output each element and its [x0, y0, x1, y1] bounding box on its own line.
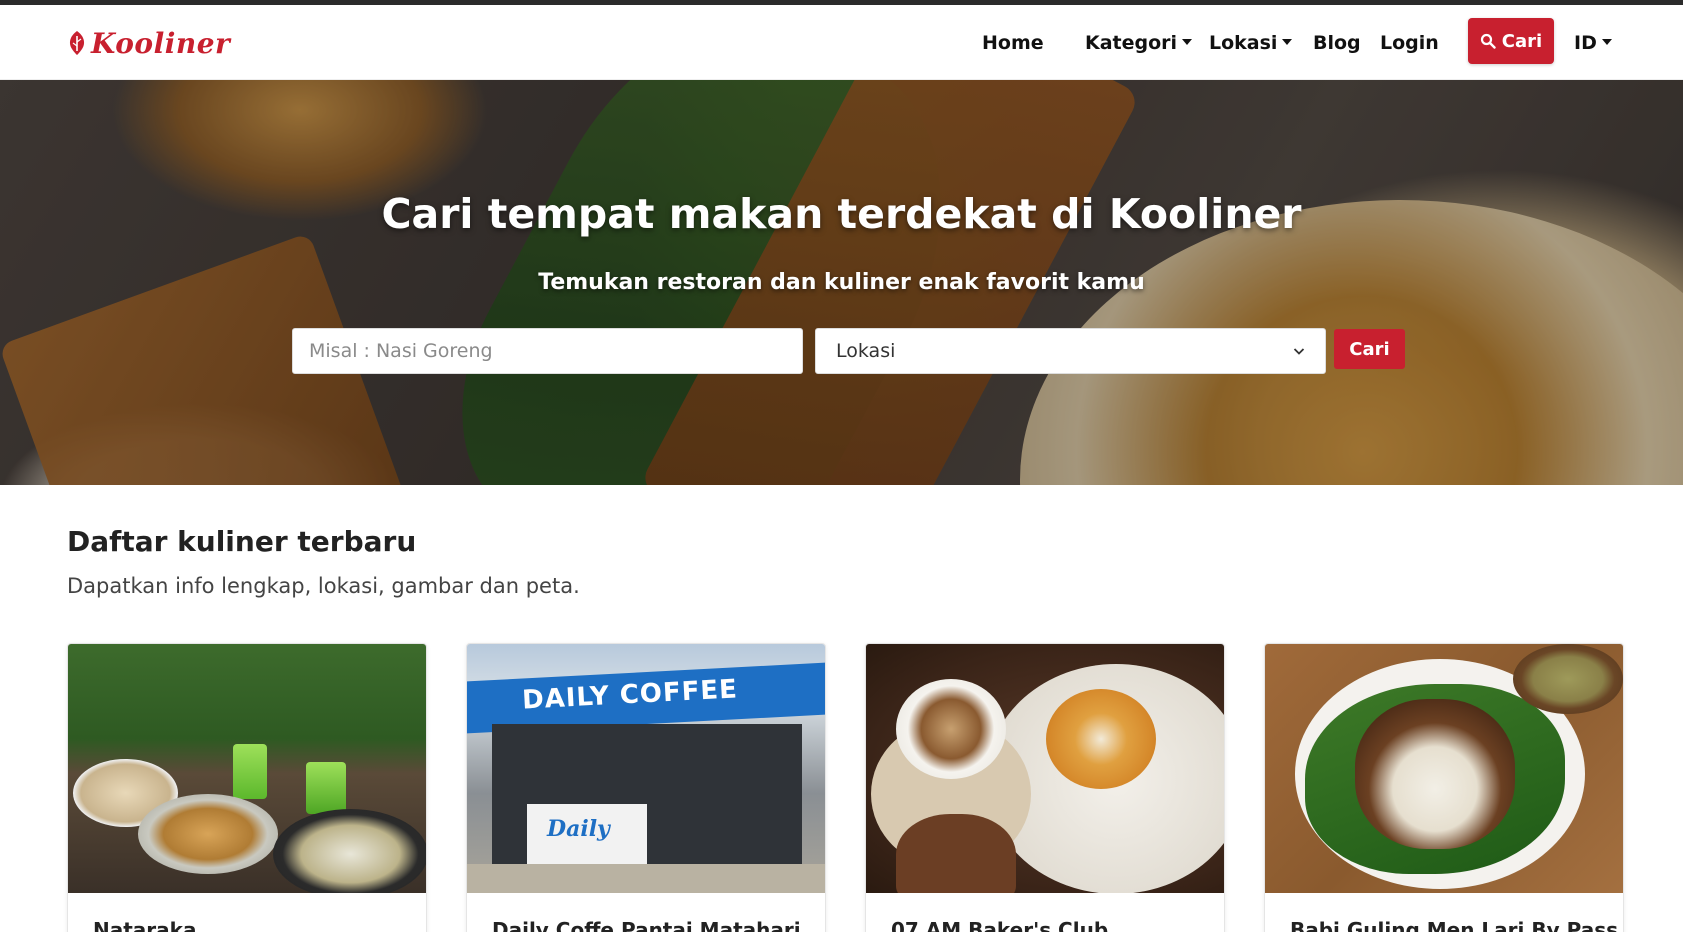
nav-search-label: Cari: [1501, 30, 1543, 52]
card-image: [866, 644, 1224, 893]
search-icon: [1480, 33, 1496, 49]
img-plate: [273, 809, 426, 893]
card-title[interactable]: 07 AM Baker's Club: [891, 918, 1108, 932]
brand-logo[interactable]: Kooliner: [67, 25, 230, 61]
brand-name: Kooliner: [91, 26, 231, 60]
nav-kategori-label: Kategori: [1085, 32, 1178, 54]
card-image: [1265, 644, 1623, 893]
location-select[interactable]: Lokasi: [815, 328, 1326, 374]
hero-banner: Cari tempat makan terdekat di Kooliner T…: [0, 80, 1683, 485]
chevron-down-icon: [1293, 348, 1305, 355]
location-select-value: Lokasi: [836, 340, 896, 362]
language-dropdown[interactable]: ID: [1574, 27, 1612, 59]
nav-lokasi[interactable]: Lokasi: [1209, 27, 1293, 59]
nav-search-button[interactable]: Cari: [1468, 18, 1554, 64]
section-title: Daftar kuliner terbaru: [67, 525, 417, 558]
card-image: [68, 644, 426, 893]
hero-subtitle: Temukan restoran dan kuliner enak favori…: [538, 270, 1145, 295]
hero-search-button[interactable]: Cari: [1334, 329, 1405, 369]
navbar: Kooliner Home Kategori Lokasi Blog Login…: [0, 5, 1683, 80]
language-label: ID: [1574, 32, 1597, 54]
img-plate: [138, 794, 278, 874]
nav-blog[interactable]: Blog: [1313, 27, 1361, 59]
listing-card[interactable]: 07 AM Baker's Club: [865, 643, 1225, 932]
caret-down-icon: [1282, 39, 1293, 45]
img-food: [1355, 699, 1515, 849]
card-title[interactable]: Daily Coffe Pantai Matahari: [492, 918, 801, 932]
listing-card[interactable]: Nataraka: [67, 643, 427, 932]
food-search-input[interactable]: [292, 328, 803, 374]
listing-card[interactable]: Babi Guling Men Lari By Pass: [1264, 643, 1624, 932]
caret-down-icon: [1182, 39, 1193, 45]
img-cup: [896, 679, 1006, 779]
card-title[interactable]: Babi Guling Men Lari By Pass: [1290, 918, 1618, 932]
logo-leaf-icon: [69, 31, 85, 55]
img-glass: [306, 762, 346, 814]
img-glass: [233, 744, 267, 799]
nav-login[interactable]: Login: [1380, 27, 1439, 59]
img-dessert: [1046, 689, 1156, 789]
listing-card[interactable]: DAILY COFFEE Daily Daily Coffe Pantai Ma…: [466, 643, 826, 932]
card-title[interactable]: Nataraka: [93, 918, 196, 932]
card-image: DAILY COFFEE Daily: [467, 644, 825, 893]
section-subtitle: Dapatkan info lengkap, lokasi, gambar da…: [67, 574, 580, 598]
img-counter-text: Daily: [547, 816, 610, 842]
img-ground: [467, 864, 825, 893]
nav-home[interactable]: Home: [982, 27, 1044, 59]
caret-down-icon: [1601, 39, 1612, 45]
hero-title: Cari tempat makan terdekat di Kooliner: [381, 190, 1302, 238]
nav-kategori[interactable]: Kategori: [1085, 27, 1193, 59]
nav-lokasi-label: Lokasi: [1209, 32, 1278, 54]
img-hand: [896, 814, 1016, 893]
img-bowl: [1513, 644, 1623, 714]
